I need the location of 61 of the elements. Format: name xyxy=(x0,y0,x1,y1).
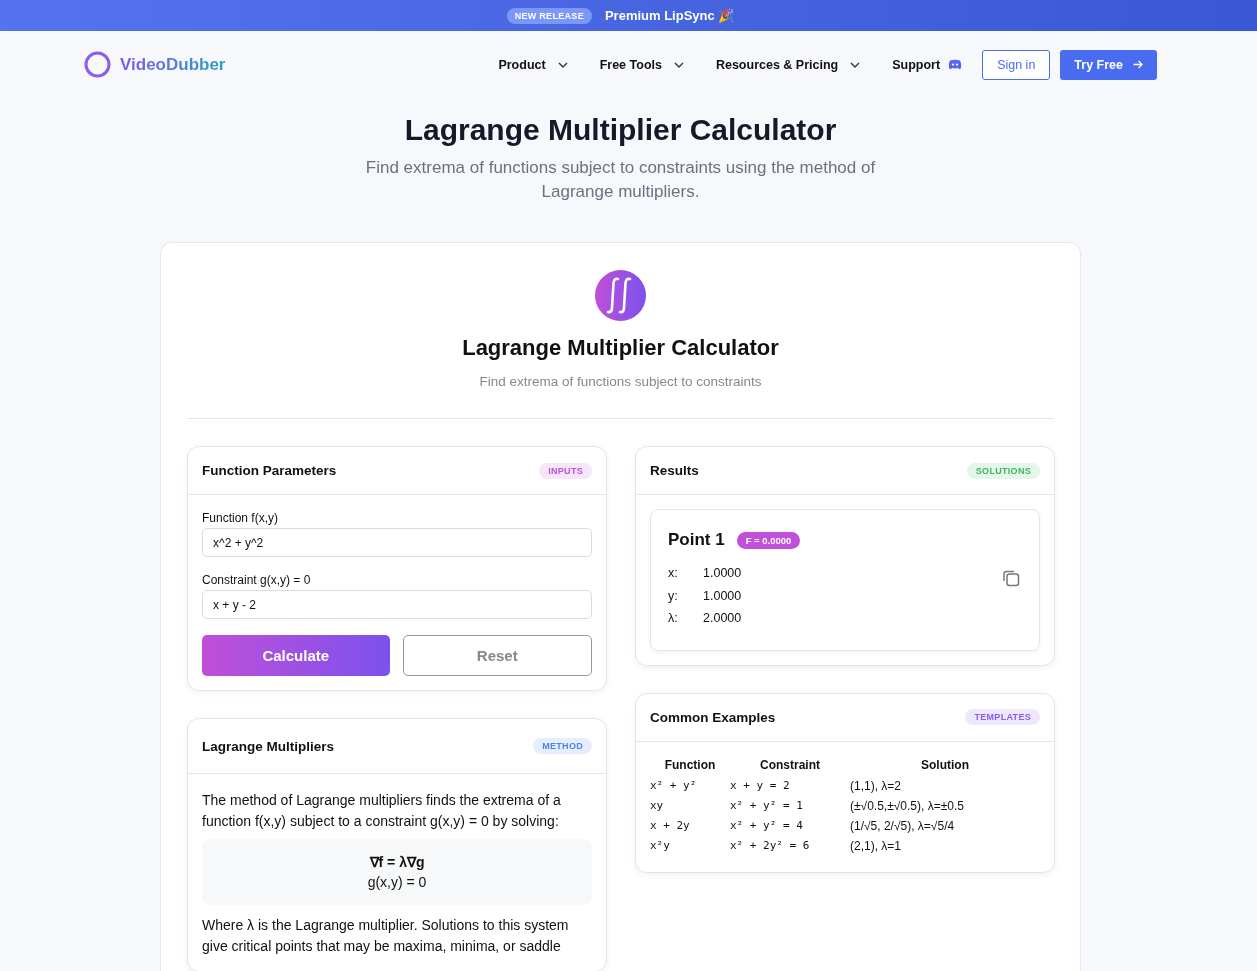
equation: ∇f = λ∇g xyxy=(368,853,426,872)
field-label: Function f(x,y) xyxy=(202,511,280,525)
equation: g(x,y) = 0 xyxy=(366,873,428,892)
chat-icon xyxy=(948,59,963,70)
table-cell: x + y = 2 xyxy=(730,778,790,792)
panel-title: Lagrange Multipliers xyxy=(202,738,335,754)
copy-icon[interactable] xyxy=(1002,569,1020,587)
page-title: Lagrange Multiplier Calculator xyxy=(403,112,838,148)
logo-icon[interactable] xyxy=(84,51,111,78)
announcement-text[interactable]: Premium LipSync 🎉 xyxy=(604,8,735,23)
calculator-title: Lagrange Multiplier Calculator xyxy=(462,334,779,362)
table-cell: x² + y² xyxy=(650,778,697,792)
variable-label: x: xyxy=(668,565,679,582)
point-title: Point 1 xyxy=(668,530,725,550)
integral-icon xyxy=(595,270,646,321)
chevron-down-icon xyxy=(850,61,861,68)
column-header: Constraint xyxy=(760,757,820,772)
variable-label: λ: xyxy=(668,610,679,627)
table-cell: x² + y² = 1 xyxy=(730,798,803,812)
calculate-button[interactable]: Calculate xyxy=(202,635,390,676)
value-badge: F = 0.0000 xyxy=(736,531,801,549)
panel-title: Common Examples xyxy=(650,709,776,725)
table-cell: x²y xyxy=(650,838,670,852)
description-text: Where λ is the Lagrange multiplier. Solutions to this system give critical points that may be maxima, minima, or saddle xyxy=(202,916,570,956)
badge: SOLUTIONS xyxy=(966,462,1040,479)
field-label: Constraint g(x,y) = 0 xyxy=(202,573,312,587)
table-cell: x² + 2y² = 6 xyxy=(730,838,810,852)
sign-in-button[interactable]: Sign in xyxy=(982,49,1051,80)
table-cell: x + 2y xyxy=(650,818,690,832)
table-cell: x² + y² = 4 xyxy=(730,818,803,832)
table-cell: (1/√5, 2/√5), λ=√5/4 xyxy=(850,818,955,833)
chevron-down-icon xyxy=(557,61,568,68)
badge: INPUTS xyxy=(539,462,592,479)
nav-link[interactable]: Product xyxy=(498,57,568,72)
arrow-right-icon xyxy=(1133,60,1143,69)
chevron-down-icon xyxy=(673,61,684,68)
panel-title: Function Parameters xyxy=(202,463,337,478)
table-cell: xy xyxy=(650,798,664,812)
badge: METHOD xyxy=(533,738,592,754)
variable-value: 2.0000 xyxy=(703,610,742,627)
panel-title: Results xyxy=(650,463,699,478)
table-cell: (2,1), λ=1 xyxy=(850,838,902,853)
reset-button[interactable]: Reset xyxy=(402,635,592,676)
input-field[interactable]: x^2 + y^2 xyxy=(202,528,592,557)
nav-link[interactable]: Free Tools xyxy=(599,57,684,72)
nav-link[interactable]: Support xyxy=(892,57,963,72)
badge: TEMPLATES xyxy=(965,709,1040,725)
variable-value: 1.0000 xyxy=(703,587,742,605)
table-cell: (±√0.5,±√0.5), λ=±0.5 xyxy=(850,798,964,813)
variable-label: y: xyxy=(668,587,679,605)
column-header: Solution xyxy=(921,757,969,772)
column-header: Function xyxy=(664,757,716,772)
variable-value: 1.0000 xyxy=(703,565,742,582)
page-subtitle: Find extrema of functions subject to constraints using the method of Lagrange multipliers. xyxy=(364,157,877,203)
try-free-button[interactable]: Try Free xyxy=(1060,49,1157,80)
input-field[interactable]: x + y - 2 xyxy=(202,590,592,619)
calculator-subtitle: Find extrema of functions subject to constraints xyxy=(479,374,762,389)
nav-link[interactable]: Resources & Pricing xyxy=(715,57,861,72)
description-text: The method of Lagrange multipliers finds the extrema of a function f(x,y) subject to a constraint g(x,y) = 0 by solving: xyxy=(202,791,562,831)
release-badge: NEW RELEASE xyxy=(506,7,592,24)
table-cell: (1,1), λ=2 xyxy=(850,778,902,793)
